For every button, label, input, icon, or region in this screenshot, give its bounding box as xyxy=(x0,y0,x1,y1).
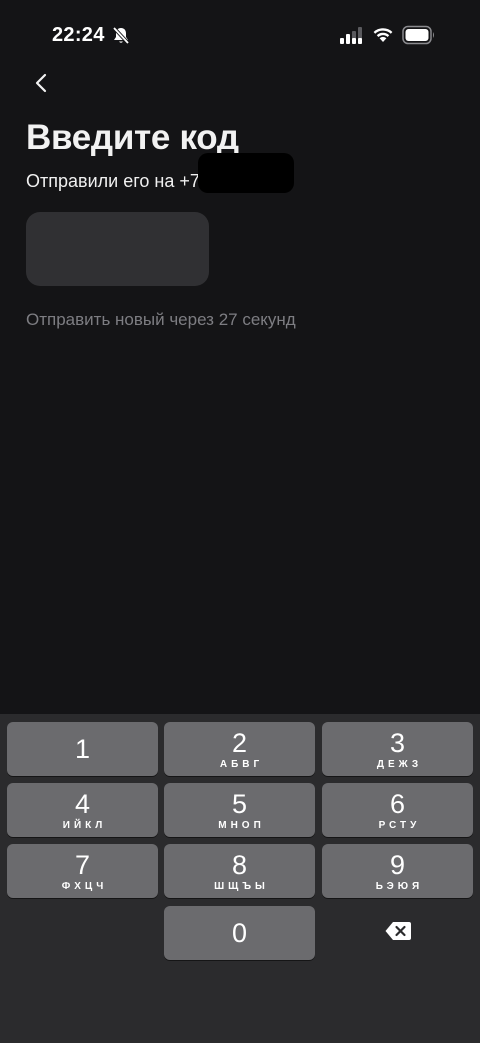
key-8[interactable]: 8 ШЩЪЫ xyxy=(164,844,315,898)
key-letters: ИЙКЛ xyxy=(62,819,107,831)
key-letters: ДЕЖЗ xyxy=(376,758,423,770)
sent-to-phone-text: Отправили его на +79 xyxy=(26,171,210,191)
key-5[interactable]: 5 МНОП xyxy=(164,783,315,837)
chevron-left-icon xyxy=(33,72,49,99)
key-digit: 5 xyxy=(231,788,248,819)
key-4[interactable]: 4 ИЙКЛ xyxy=(7,783,158,837)
redacted-phone-number xyxy=(198,153,294,193)
key-0[interactable]: 0 xyxy=(164,906,315,960)
key-digit: 1 xyxy=(74,734,91,764)
key-6[interactable]: 6 РСТУ xyxy=(322,783,473,837)
key-digit: 3 xyxy=(389,727,406,758)
resend-timer-text: Отправить новый через 27 секунд xyxy=(26,310,296,329)
status-bar: 22:24 xyxy=(0,0,480,70)
key-letters: ЬЭЮЯ xyxy=(375,880,424,892)
key-digit: 8 xyxy=(231,849,248,880)
key-letters: РСТУ xyxy=(378,819,421,831)
delete-button[interactable] xyxy=(322,906,473,960)
back-button[interactable] xyxy=(24,68,58,102)
key-digit: 6 xyxy=(389,788,406,819)
key-7[interactable]: 7 ФХЦЧ xyxy=(7,844,158,898)
key-letters: ФХЦЧ xyxy=(61,880,108,892)
key-letters: МНОП xyxy=(218,819,265,831)
page-title: Введите код xyxy=(26,118,239,157)
status-time: 22:24 xyxy=(52,24,105,46)
key-2[interactable]: 2 АБВГ xyxy=(164,722,315,776)
code-input[interactable] xyxy=(26,212,209,286)
backspace-icon xyxy=(384,920,412,947)
key-digit: 0 xyxy=(231,918,248,948)
key-3[interactable]: 3 ДЕЖЗ xyxy=(322,722,473,776)
cellular-signal-icon xyxy=(340,27,364,50)
key-digit: 4 xyxy=(74,788,91,819)
key-1[interactable]: 1 xyxy=(7,722,158,776)
battery-icon xyxy=(402,25,436,50)
key-9[interactable]: 9 ЬЭЮЯ xyxy=(322,844,473,898)
bell-slash-icon xyxy=(112,26,130,51)
key-digit: 7 xyxy=(74,849,91,880)
key-digit: 9 xyxy=(389,849,406,880)
key-digit: 2 xyxy=(231,727,248,758)
numeric-keypad: 1 2 АБВГ 3 ДЕЖЗ 4 ИЙКЛ 5 МНОП 6 РСТУ 7 Ф… xyxy=(0,714,480,1043)
key-letters: ШЩЪЫ xyxy=(214,880,269,892)
key-letters: АБВГ xyxy=(219,758,264,770)
wifi-icon xyxy=(372,25,394,48)
